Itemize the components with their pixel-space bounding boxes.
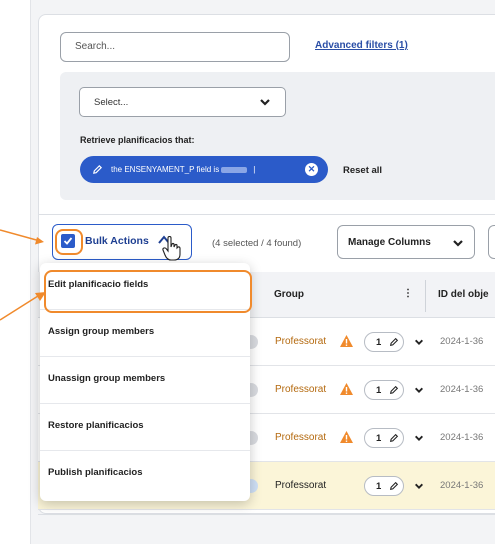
chip-separator: | (253, 165, 256, 174)
menu-item-publish[interactable]: Publish planificacios (40, 451, 250, 498)
row-group: Professorat (275, 432, 327, 443)
member-count-pill[interactable]: 1 (364, 476, 404, 496)
row-group: Professorat (275, 384, 327, 395)
toolbar-extra-button[interactable] (488, 225, 495, 259)
pencil-icon (389, 481, 399, 491)
row-group: Professorat (275, 480, 327, 491)
divider (38, 214, 495, 215)
chevron-down-icon[interactable] (414, 481, 424, 491)
chevron-down-icon[interactable] (414, 385, 424, 395)
column-divider[interactable] (425, 280, 426, 312)
warning-icon (340, 335, 353, 347)
chevron-down-icon (453, 240, 463, 247)
annotation-arrow-icon (0, 292, 46, 321)
member-count-pill[interactable]: 1 (364, 428, 404, 448)
column-header-group[interactable]: Group (274, 289, 304, 300)
menu-item-unassign-members[interactable]: Unassign group members (40, 357, 250, 404)
warning-icon (340, 431, 353, 443)
row-group: Professorat (275, 336, 327, 347)
manage-columns-label: Manage Columns (348, 237, 431, 248)
chevron-down-icon[interactable] (414, 433, 424, 443)
chevron-down-icon[interactable] (414, 337, 424, 347)
member-count: 1 (376, 481, 382, 492)
filter-select[interactable]: Select... (79, 87, 286, 117)
pencil-icon (389, 385, 399, 395)
column-header-id[interactable]: ID del obje (438, 289, 489, 300)
selection-count: (4 selected / 4 found) (212, 238, 302, 249)
menu-item-assign-members[interactable]: Assign group members (40, 310, 250, 357)
member-count: 1 (376, 337, 382, 348)
redacted-value (221, 166, 248, 173)
reset-all-button[interactable]: Reset all (343, 165, 382, 176)
kebab-menu-icon[interactable]: ⋮ (403, 288, 413, 299)
row-date: 2024-1-36 (440, 432, 484, 443)
menu-item-restore[interactable]: Restore planificacios (40, 404, 250, 451)
menu-item-highlight (44, 270, 252, 313)
row-date: 2024-1-36 (440, 384, 484, 395)
manage-columns-button[interactable]: Manage Columns (337, 225, 475, 259)
pencil-icon (93, 164, 103, 174)
search-input[interactable]: Search... (60, 32, 290, 62)
member-count-pill[interactable]: 1 (364, 380, 404, 400)
row-date: 2024-1-36 (440, 480, 484, 491)
member-count: 1 (376, 433, 382, 444)
filter-select-value: Select... (94, 97, 129, 108)
row-date: 2024-1-36 (440, 336, 484, 347)
divider (38, 514, 495, 515)
advanced-filters-link[interactable]: Advanced filters (1) (315, 40, 408, 51)
chip-text: the ENSENYAMENT_P field is (111, 165, 220, 174)
close-icon[interactable]: ✕ (305, 163, 318, 176)
annotation-arrow-icon (0, 229, 44, 245)
pencil-icon (389, 433, 399, 443)
member-count-pill[interactable]: 1 (364, 332, 404, 352)
pencil-icon (389, 337, 399, 347)
active-filter-chip[interactable]: the ENSENYAMENT_P field is | ✕ (80, 156, 328, 183)
warning-icon (340, 383, 353, 395)
member-count: 1 (376, 385, 382, 396)
hand-cursor-icon (162, 236, 181, 261)
bulk-actions-label: Bulk Actions (85, 235, 149, 247)
retrieve-label: Retrieve planificacios that: (80, 135, 195, 145)
chevron-down-icon (260, 99, 270, 106)
checkbox-checked-icon[interactable] (61, 234, 75, 248)
